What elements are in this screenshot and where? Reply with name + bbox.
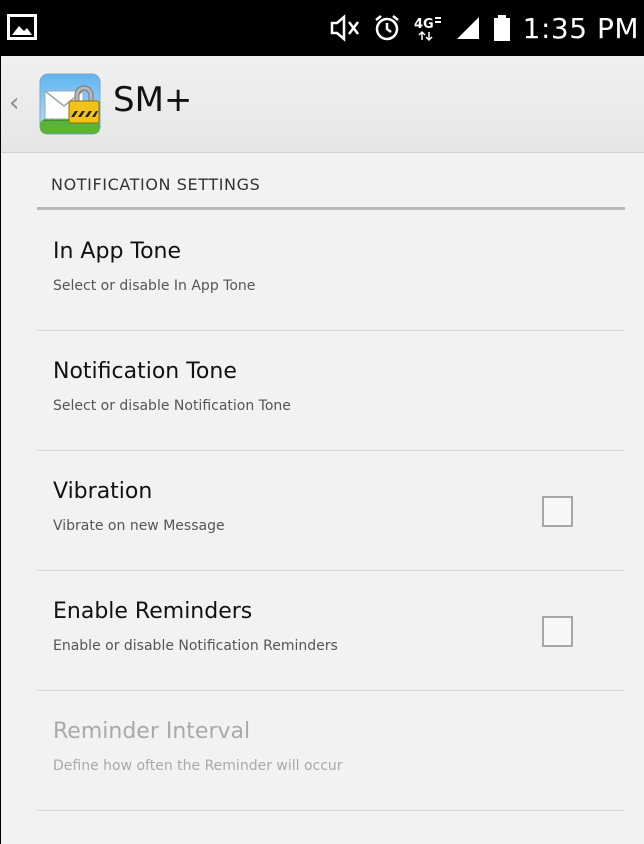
mute-icon xyxy=(329,14,361,42)
secure-mail-logo-icon[interactable] xyxy=(39,73,101,135)
status-bar: 4G 1:35 PM xyxy=(1,0,644,56)
pref-reminder-interval: Reminder Interval Define how often the R… xyxy=(1,691,644,811)
pref-summary: Select or disable In App Tone xyxy=(53,278,256,294)
status-time: 1:35 PM xyxy=(522,11,639,45)
phone-screen: 4G 1:35 PM ‹ SM+ NOTIFICATION SETTINGS I… xyxy=(0,0,644,844)
pref-notification-tone[interactable]: Notification Tone Select or disable Noti… xyxy=(1,331,644,451)
signal-icon xyxy=(455,15,481,41)
pref-in-app-tone[interactable]: In App Tone Select or disable In App Ton… xyxy=(1,211,644,331)
pref-summary: Define how often the Reminder will occur xyxy=(53,758,343,774)
status-icons: 4G 1:35 PM xyxy=(329,0,639,56)
alarm-icon xyxy=(373,14,401,42)
pref-summary: Vibrate on new Message xyxy=(53,518,225,534)
svg-text:4G: 4G xyxy=(414,17,434,32)
pref-title: Notification Tone xyxy=(53,359,237,384)
action-bar: ‹ SM+ xyxy=(1,56,644,153)
chevron-left-icon[interactable]: ‹ xyxy=(9,90,19,116)
pref-summary: Select or disable Notification Tone xyxy=(53,398,291,414)
pref-vibration[interactable]: Vibration Vibrate on new Message xyxy=(1,451,644,571)
4g-lte-icon: 4G xyxy=(413,14,443,42)
vibration-checkbox[interactable] xyxy=(542,496,573,527)
battery-icon xyxy=(493,14,511,42)
enable-reminders-checkbox[interactable] xyxy=(542,616,573,647)
pref-title: Reminder Interval xyxy=(53,719,251,744)
pref-summary: Enable or disable Notification Reminders xyxy=(53,638,338,654)
app-title: SM+ xyxy=(113,80,193,120)
pref-title: Vibration xyxy=(53,479,153,504)
pref-enable-reminders[interactable]: Enable Reminders Enable or disable Notif… xyxy=(1,571,644,691)
settings-list: NOTIFICATION SETTINGS In App Tone Select… xyxy=(1,153,644,844)
pref-title: In App Tone xyxy=(53,239,182,264)
list-divider xyxy=(37,810,625,811)
section-divider xyxy=(37,207,625,210)
pref-title: Enable Reminders xyxy=(53,599,253,624)
image-notification-icon xyxy=(7,14,37,44)
section-header: NOTIFICATION SETTINGS xyxy=(51,175,261,194)
